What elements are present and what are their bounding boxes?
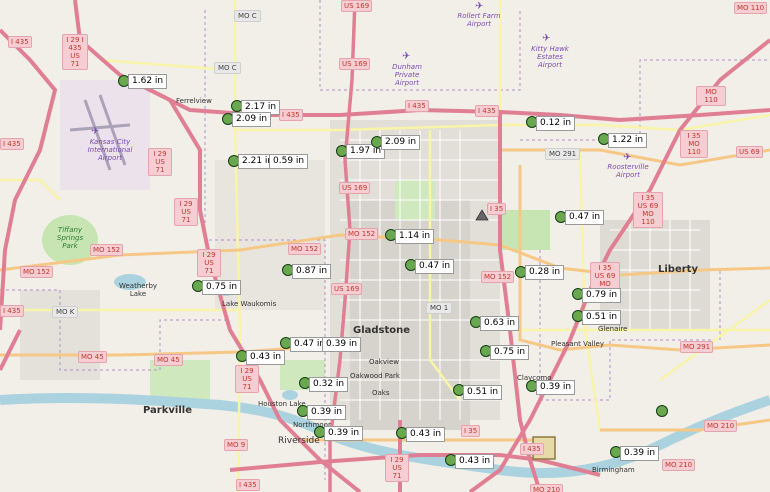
station-marker[interactable] xyxy=(656,405,668,417)
route-shield: MO C xyxy=(234,10,261,22)
route-shield: MO 9 xyxy=(224,439,249,451)
route-shield: I 29 US 71 xyxy=(148,148,172,176)
route-shield: I 29 US 71 xyxy=(174,198,198,226)
route-shield: MO 152 xyxy=(288,243,322,255)
rainfall-label: 1.14 in xyxy=(395,229,435,244)
airport-label: Kitty Hawk Estates Airport xyxy=(531,45,569,69)
route-shield: US 169 xyxy=(331,283,363,295)
rainfall-label: 0.59 in xyxy=(269,154,309,169)
route-shield: I 29 US 71 xyxy=(385,454,409,482)
route-shield: MO 45 xyxy=(154,354,183,366)
route-shield: I 435 xyxy=(520,443,544,455)
rainfall-label: 0.87 in xyxy=(292,264,332,279)
airport-grounds xyxy=(60,80,150,190)
rainfall-label: 0.39 in xyxy=(620,446,660,461)
route-shield: US 169 xyxy=(341,0,373,12)
route-shield: MO 45 xyxy=(78,351,107,363)
rainfall-label: 0.75 in xyxy=(490,345,530,360)
route-shield: I 29 I 435 US 71 xyxy=(62,34,88,70)
route-shield: I 435 xyxy=(279,109,303,121)
rainfall-label: 2.09 in xyxy=(381,135,421,150)
route-shield: US 169 xyxy=(339,182,371,194)
rainfall-label: 0.51 in xyxy=(582,310,622,325)
city-label: Liberty xyxy=(658,264,698,275)
route-shield: I 29 US 71 xyxy=(197,249,221,277)
route-shield: MO 210 xyxy=(530,484,564,492)
rainfall-label: 0.75 in xyxy=(202,280,242,295)
route-shield: MO 110 xyxy=(734,2,768,14)
route-shield: US 69 xyxy=(736,146,763,158)
park-area xyxy=(150,360,210,400)
route-shield: MO 210 xyxy=(704,420,738,432)
route-shield: I 435 xyxy=(8,36,32,48)
rainfall-label: 0.39 in xyxy=(324,426,364,441)
place-label: Lake Waukomis xyxy=(222,300,277,308)
lake xyxy=(282,390,298,400)
rainfall-label: 0.79 in xyxy=(582,288,622,303)
place-label: Ferrelview xyxy=(176,97,212,105)
place-label: Riverside xyxy=(278,436,320,446)
rainfall-label: 0.32 in xyxy=(309,377,349,392)
airport-icon: ✈ xyxy=(402,51,411,62)
route-shield: I 435 xyxy=(0,138,24,150)
airport-icon: ✈ xyxy=(475,1,484,12)
route-shield: I 435 xyxy=(0,305,24,317)
route-shield: I 35 MO 110 xyxy=(680,130,708,158)
park-label: Tiffany Springs Park xyxy=(56,226,84,250)
rainfall-label: 0.43 in xyxy=(246,350,286,365)
city-label: Gladstone xyxy=(353,325,411,336)
rainfall-label: 0.43 in xyxy=(406,427,446,442)
place-label: Birmingham xyxy=(592,466,635,474)
place-label: Glenaire xyxy=(598,325,628,333)
route-shield: I 35 xyxy=(487,203,507,215)
route-shield: I 35 US 69 MO 110 xyxy=(633,192,663,228)
place-label: Weatherby Lake xyxy=(118,282,158,298)
route-shield: MO 152 xyxy=(90,244,124,256)
rainfall-label: 0.47 in xyxy=(415,259,455,274)
airport-label: Roosterville Airport xyxy=(607,163,649,179)
airport-label: Rollert Farm Airport xyxy=(457,12,501,28)
rainfall-label: 1.62 in xyxy=(128,74,168,89)
rainfall-label: 0.28 in xyxy=(525,265,565,280)
route-shield: MO 152 xyxy=(345,228,379,240)
route-shield: MO 1 xyxy=(426,302,453,314)
airport-icon: ✈ xyxy=(91,126,100,137)
place-label: Oaks xyxy=(372,389,390,397)
rainfall-label: 0.39 in xyxy=(322,337,362,352)
rainfall-label: 2.09 in xyxy=(232,112,272,127)
route-shield: MO 291 xyxy=(545,148,581,160)
route-shield: I 435 xyxy=(236,479,260,491)
route-shield: I 29 US 71 xyxy=(235,365,259,393)
airport-label: Dunham Private Airport xyxy=(392,63,422,87)
rainfall-label: 0.39 in xyxy=(536,380,576,395)
park-area xyxy=(500,210,550,250)
route-shield: MO 291 xyxy=(680,341,714,353)
place-label: Oakwood Park xyxy=(350,372,400,380)
route-shield: MO 152 xyxy=(20,266,54,278)
airport-icon: ✈ xyxy=(623,152,632,163)
route-shield: MO K xyxy=(52,306,79,318)
map-canvas[interactable]: I 435 I 29 I 435 US 71 I 29 US 71 I 29 U… xyxy=(0,0,770,492)
route-shield: I 35 xyxy=(461,425,481,437)
route-shield: MO 110 xyxy=(696,86,726,106)
route-shield: US 169 xyxy=(339,58,371,70)
rainfall-label: 0.43 in xyxy=(455,454,495,469)
route-shield: MO C xyxy=(214,62,241,74)
place-label: Oakview xyxy=(369,358,399,366)
airport-icon: ✈ xyxy=(542,33,551,44)
city-label: Parkville xyxy=(143,405,192,416)
route-shield: MO 152 xyxy=(481,271,515,283)
route-shield: I 435 xyxy=(405,100,429,112)
place-label: Pleasant Valley xyxy=(551,340,604,348)
rainfall-label: 0.12 in xyxy=(536,116,576,131)
rainfall-label: 0.47 in xyxy=(565,210,605,225)
rainfall-label: 1.22 in xyxy=(608,133,648,148)
airport-label: Kansas City International Airport xyxy=(87,138,133,162)
rainfall-label: 0.51 in xyxy=(463,385,503,400)
route-shield: I 435 xyxy=(475,105,499,117)
rainfall-label: 0.63 in xyxy=(480,316,520,331)
rainfall-label: 0.39 in xyxy=(307,405,347,420)
route-shield: MO 210 xyxy=(662,459,696,471)
